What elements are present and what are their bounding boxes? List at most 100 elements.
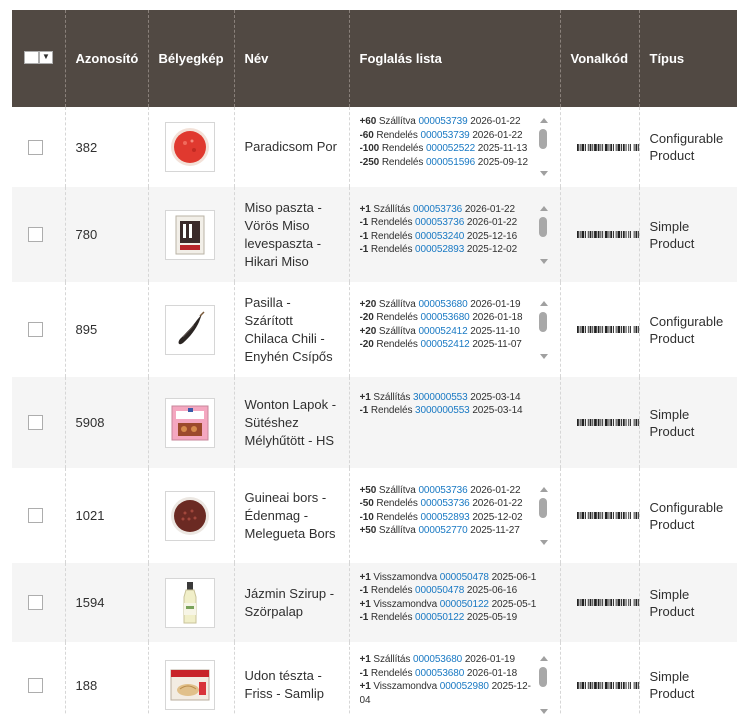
reservation-order-link[interactable]: 000052770 xyxy=(418,525,467,536)
column-header-id[interactable]: Azonosító xyxy=(64,10,148,107)
scrollbar-thumb[interactable] xyxy=(538,129,547,149)
product-thumbnail[interactable] xyxy=(164,304,215,355)
row-checkbox[interactable] xyxy=(28,139,43,155)
row-checkbox[interactable] xyxy=(28,595,43,610)
scroll-down-arrow-icon[interactable] xyxy=(539,709,548,714)
reservation-order-link[interactable]: 000053736 xyxy=(418,485,467,496)
reservation-entry: -50 Rendelés 000053736 2026-01-22 xyxy=(360,497,536,511)
reservation-entry: +60 Szállítva 000053739 2026-01-22 xyxy=(360,115,536,129)
product-thumbnail[interactable] xyxy=(164,490,215,541)
reservation-scrollbar[interactable] xyxy=(538,115,550,179)
reservation-list[interactable]: +50 Szállítva 000053736 2026-01-22 -50 Re… xyxy=(360,484,536,548)
reservation-order-link[interactable]: 000053736 xyxy=(415,217,464,228)
product-type: Simple Product xyxy=(638,377,737,468)
table-row[interactable]: 382 Paradicsom Por +60 Szállítva 000053739… xyxy=(12,107,737,187)
reservation-order-link[interactable]: 000050478 xyxy=(440,572,489,583)
row-checkbox[interactable] xyxy=(28,227,43,242)
reservation-order-link[interactable]: 3000000553 xyxy=(413,392,468,403)
scrollbar-thumb[interactable] xyxy=(538,216,547,237)
reservation-scrollbar[interactable] xyxy=(538,653,550,714)
reservation-order-link[interactable]: 000052980 xyxy=(440,681,489,692)
product-thumbnail[interactable] xyxy=(164,122,215,172)
reservation-order-link[interactable]: 000053680 xyxy=(420,312,469,323)
scroll-up-arrow-icon[interactable] xyxy=(539,486,548,492)
product-thumbnail[interactable] xyxy=(164,209,215,260)
reservation-qty: -50 xyxy=(359,498,374,509)
reservation-date: 2025-12-02 xyxy=(466,244,518,255)
scrollbar-thumb[interactable] xyxy=(538,667,547,687)
reservation-label: Rendelés xyxy=(370,217,413,228)
scroll-up-arrow-icon[interactable] xyxy=(539,118,548,123)
column-header-reservations[interactable]: Foglalás lista xyxy=(348,10,560,107)
scroll-down-arrow-icon[interactable] xyxy=(539,539,548,545)
reservation-qty: +60 xyxy=(359,116,377,127)
reservation-order-link[interactable]: 000053680 xyxy=(413,654,462,665)
scroll-up-arrow-icon[interactable] xyxy=(539,656,548,661)
scroll-up-arrow-icon[interactable] xyxy=(539,205,548,211)
reservation-list[interactable]: +1 Szállítás 000053736 2026-01-22 -1 Rend… xyxy=(360,203,536,267)
reservation-order-link[interactable]: 000052893 xyxy=(420,512,469,523)
product-thumbnail[interactable] xyxy=(164,397,215,448)
reservation-date: 2026-01-22 xyxy=(472,129,523,141)
scrollbar-thumb[interactable] xyxy=(538,497,547,518)
scrollbar-thumb[interactable] xyxy=(538,311,547,332)
reservation-order-link[interactable]: 000052893 xyxy=(415,244,464,255)
reservation-date: 2026-01-19 xyxy=(464,654,515,665)
reservation-label: Rendelés xyxy=(370,585,413,596)
column-header-type[interactable]: Típus xyxy=(638,10,737,107)
reservation-list[interactable]: +60 Szállítva 000053739 2026-01-22 -60 Re… xyxy=(360,115,536,179)
row-checkbox[interactable] xyxy=(28,322,43,337)
grid-body: 382 Paradicsom Por +60 Szállítva 000053739… xyxy=(12,107,737,714)
row-checkbox[interactable] xyxy=(28,677,43,693)
product-thumbnail[interactable] xyxy=(164,577,215,628)
reservation-order-link[interactable]: 000050122 xyxy=(440,599,489,610)
product-type: Simple Product xyxy=(638,642,737,714)
scroll-up-arrow-icon[interactable] xyxy=(539,300,548,306)
product-thumbnail[interactable] xyxy=(164,660,215,710)
reservation-order-link[interactable]: 000050122 xyxy=(415,612,464,623)
mass-select-control[interactable]: ▼ xyxy=(24,50,53,64)
reservation-order-link[interactable]: 000053680 xyxy=(415,668,464,679)
reservation-order-link[interactable]: 000053739 xyxy=(418,116,467,127)
mass-select-checkbox[interactable] xyxy=(24,50,39,64)
table-row[interactable]: 780 Miso paszta - Vörös Miso levespaszta … xyxy=(12,187,737,282)
reservation-list[interactable]: +1 Visszamondva 000050478 2025-06-16-1 R… xyxy=(360,571,536,635)
reservation-label: Rendelés xyxy=(370,612,413,623)
reservation-order-link[interactable]: 000052522 xyxy=(426,143,475,154)
reservation-order-link[interactable]: 000053680 xyxy=(418,299,467,310)
table-row[interactable]: 5908 Wonton Lapok - Sütéshez Mélyhűtött -… xyxy=(12,377,737,468)
row-select-cell xyxy=(12,377,65,468)
table-row[interactable]: 188 Udon tészta - Friss - Samlip +1 Szállí… xyxy=(12,642,737,714)
reservation-list[interactable]: +1 Szállítás 3000000553 2025-03-14 -1 Ren… xyxy=(360,391,536,455)
reservation-scrollbar[interactable] xyxy=(538,484,550,548)
reservation-label: Visszamondva xyxy=(373,571,438,583)
reservation-scrollbar[interactable] xyxy=(538,203,550,267)
reservation-list[interactable]: +1 Szállítás 000053680 2026-01-19 -1 Rend… xyxy=(360,653,536,714)
reservation-order-link[interactable]: 000053739 xyxy=(420,130,469,141)
scroll-down-arrow-icon[interactable] xyxy=(539,171,548,176)
reservation-order-link[interactable]: 000052412 xyxy=(420,339,469,350)
table-row[interactable]: 895 Pasilla - Szárított Chilaca Chili - E… xyxy=(12,282,737,377)
reservation-order-link[interactable]: 000053736 xyxy=(413,204,462,215)
reservation-order-link[interactable]: 3000000553 xyxy=(415,405,470,416)
column-header-barcode[interactable]: Vonalkód xyxy=(559,10,639,107)
reservation-scrollbar[interactable] xyxy=(538,298,550,362)
row-checkbox[interactable] xyxy=(28,508,43,523)
reservation-order-link[interactable]: 000051596 xyxy=(426,157,475,168)
reservation-order-link[interactable]: 000050478 xyxy=(415,585,464,596)
reservation-order-link[interactable]: 000053240 xyxy=(415,231,464,242)
product-name: Jázmin Szirup - Szörpalap xyxy=(233,563,349,642)
chevron-down-icon[interactable]: ▼ xyxy=(39,50,53,64)
reservation-order-link[interactable]: 000052412 xyxy=(418,326,467,337)
scroll-down-arrow-icon[interactable] xyxy=(539,258,548,264)
table-row[interactable]: 1594 Jázmin Szirup - Szörpalap +1 Visszamo… xyxy=(12,563,737,642)
scroll-down-arrow-icon[interactable] xyxy=(539,353,548,359)
table-row[interactable]: 1021 Guineai bors - Édenmag - Melegueta B… xyxy=(12,468,737,563)
reservation-order-link[interactable]: 000053736 xyxy=(420,498,469,509)
barcode-image xyxy=(576,231,639,238)
column-header-thumbnail[interactable]: Bélyegkép xyxy=(147,10,234,107)
reservation-list[interactable]: +20 Szállítva 000053680 2026-01-19 -20 Re… xyxy=(360,298,536,362)
row-checkbox[interactable] xyxy=(28,415,43,430)
row-select-cell xyxy=(12,563,65,642)
column-header-name[interactable]: Név xyxy=(233,10,349,107)
